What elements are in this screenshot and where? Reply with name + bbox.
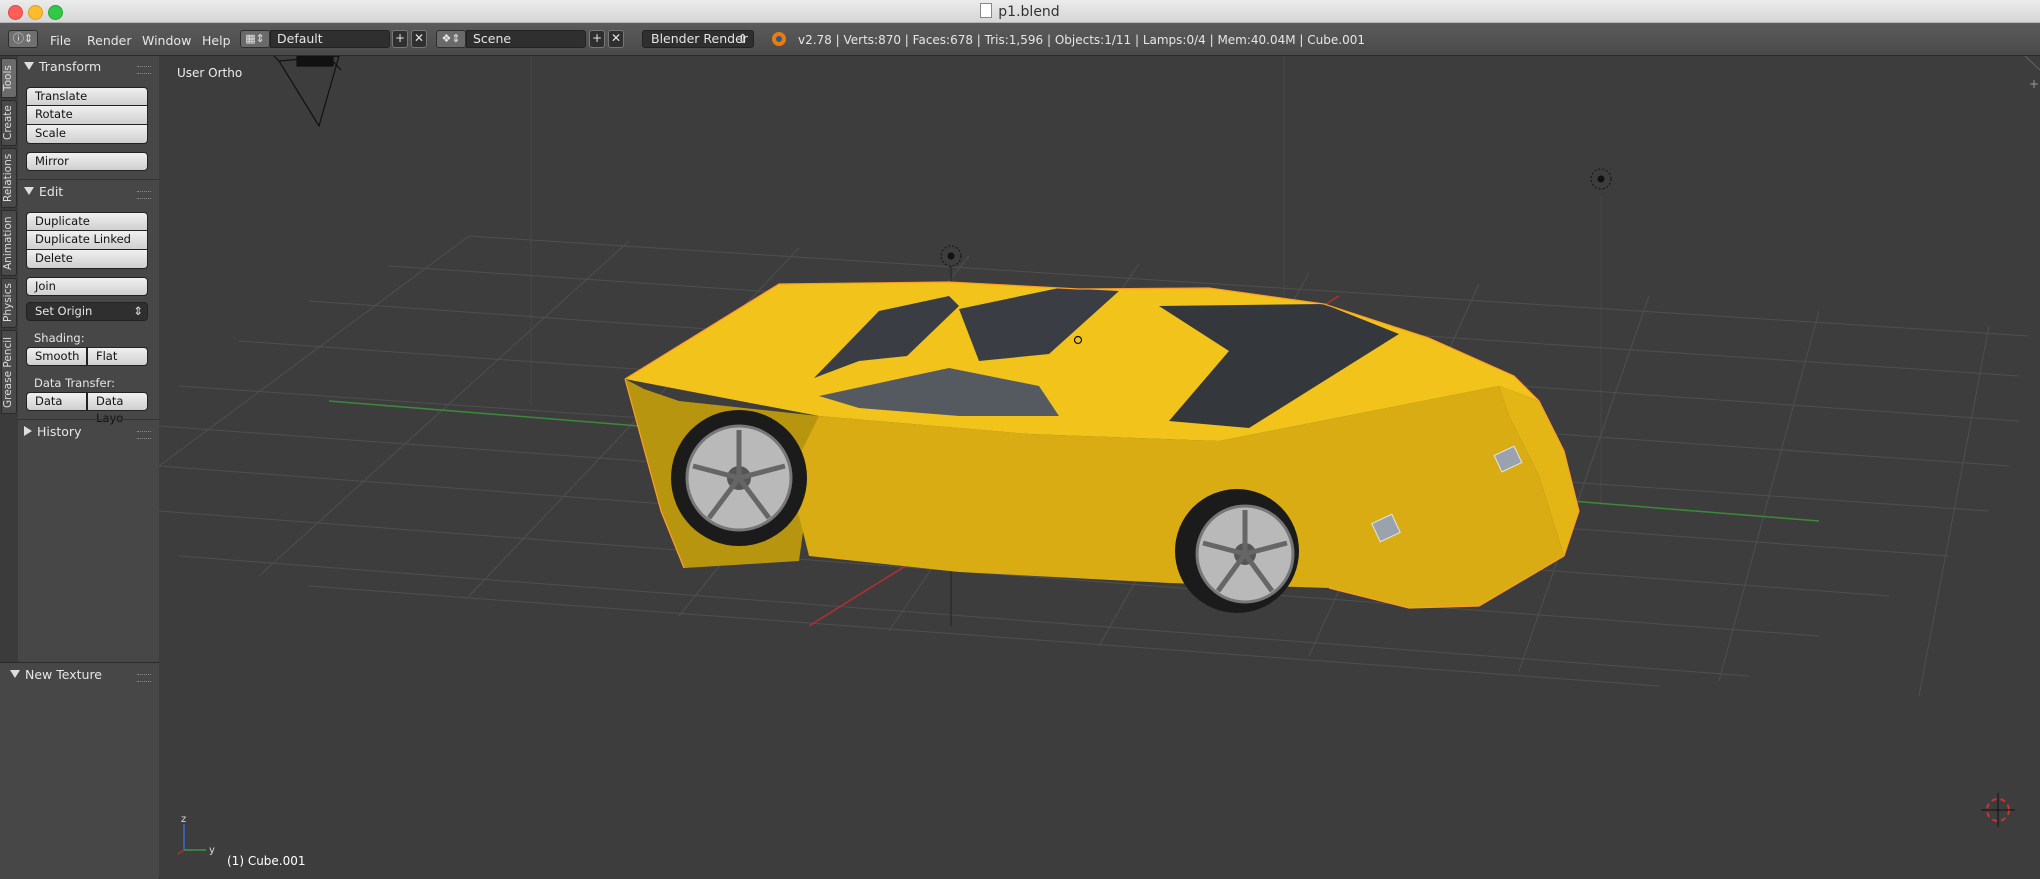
viewport-scene[interactable]: z y +: [159, 56, 2040, 878]
close-icon: ✕: [610, 31, 622, 45]
operator-panel: New Texture: [0, 662, 160, 879]
window-title-text: p1.blend: [998, 4, 1060, 20]
remove-scene-button[interactable]: ✕: [608, 30, 624, 48]
panel-drag-grip[interactable]: [137, 431, 151, 439]
duplicate-linked-button[interactable]: Duplicate Linked: [26, 231, 148, 250]
edit-panel-header[interactable]: Edit: [24, 184, 63, 199]
join-button[interactable]: Join: [26, 277, 148, 296]
document-icon: [980, 3, 993, 18]
smooth-shading-button[interactable]: Smooth: [26, 347, 87, 366]
menu-render[interactable]: Render: [87, 33, 132, 48]
translate-button[interactable]: Translate: [26, 87, 148, 106]
plus-icon: +: [591, 31, 603, 45]
add-scene-button[interactable]: +: [589, 30, 605, 48]
collapse-triangle-icon: [10, 670, 20, 678]
collapse-triangle-icon: [24, 62, 34, 70]
panel-divider: [18, 419, 159, 420]
new-texture-panel-header[interactable]: New Texture: [10, 667, 102, 682]
tab-animation[interactable]: Animation: [1, 210, 17, 276]
scene-icon: ❖⇕: [441, 32, 461, 45]
tab-grease-pencil[interactable]: Grease Pencil: [1, 330, 17, 414]
window-title-bar: p1.blend: [0, 0, 2040, 23]
scene-selector[interactable]: ❖⇕: [436, 30, 466, 48]
render-engine-label: Blender Render: [651, 31, 748, 46]
shading-label: Shading:: [34, 331, 85, 345]
properties-expand-icon[interactable]: +: [2029, 77, 2039, 91]
flat-shading-button[interactable]: Flat: [87, 347, 148, 366]
scene-statistics: v2.78 | Verts:870 | Faces:678 | Tris:1,5…: [798, 33, 1365, 47]
plus-icon: +: [394, 31, 406, 45]
window-title: p1.blend: [0, 3, 2040, 20]
region-corner-icon[interactable]: [2024, 56, 2040, 71]
editor-type-button[interactable]: ⓘ⇕: [8, 30, 38, 48]
history-title: History: [37, 424, 82, 439]
duplicate-button[interactable]: Duplicate: [26, 212, 148, 231]
screen-layout-selector[interactable]: ▦⇕: [240, 30, 270, 48]
blender-logo-icon: [772, 32, 786, 46]
scale-button[interactable]: Scale: [26, 125, 148, 144]
close-icon: ✕: [413, 31, 425, 45]
rear-wheel[interactable]: [671, 410, 807, 546]
expand-triangle-icon: [24, 426, 32, 436]
history-panel-header[interactable]: History: [24, 424, 81, 439]
menu-window[interactable]: Window: [142, 33, 191, 48]
axis-gizmo: z y: [177, 814, 215, 856]
scene-field[interactable]: Scene: [466, 30, 586, 48]
add-layout-button[interactable]: +: [392, 30, 408, 48]
tab-physics[interactable]: Physics: [1, 278, 17, 328]
panel-drag-grip[interactable]: [137, 191, 151, 199]
axis-z-label: z: [181, 814, 186, 825]
transform-panel-header[interactable]: Transform: [24, 59, 101, 74]
edit-title: Edit: [39, 184, 64, 199]
3d-cursor-icon[interactable]: [1981, 793, 2015, 827]
panel-drag-grip[interactable]: [137, 674, 151, 682]
render-engine-dropdown[interactable]: Blender Render ⇕: [642, 30, 754, 48]
active-object-label: (1) Cube.001: [227, 854, 306, 868]
menu-help[interactable]: Help: [202, 33, 231, 48]
remove-layout-button[interactable]: ✕: [411, 30, 427, 48]
tab-relations[interactable]: Relations: [1, 148, 17, 208]
lamp-object[interactable]: [1590, 168, 1612, 190]
3d-viewport[interactable]: z y + User Ortho (1) Cube.001: [159, 56, 2040, 878]
info-icon: ⓘ⇕: [12, 32, 34, 45]
transform-title: Transform: [39, 59, 102, 74]
layout-grid-icon: ▦⇕: [245, 32, 265, 45]
delete-button[interactable]: Delete: [26, 250, 148, 269]
panel-divider: [18, 179, 159, 180]
data-transfer-label: Data Transfer:: [34, 376, 116, 390]
updown-arrow-icon: ⇕: [737, 31, 748, 46]
updown-arrow-icon: ⇕: [133, 304, 143, 318]
axis-y-label: y: [209, 845, 215, 856]
camera-object[interactable]: [273, 56, 342, 128]
menu-file[interactable]: File: [50, 33, 71, 48]
new-texture-title: New Texture: [25, 667, 102, 682]
screen-layout-field[interactable]: Default: [270, 30, 390, 48]
mirror-button[interactable]: Mirror: [26, 152, 148, 171]
tab-create[interactable]: Create: [1, 100, 17, 146]
panel-drag-grip[interactable]: [137, 66, 151, 74]
info-header: ⓘ⇕ File Render Window Help ▦⇕ Default + …: [0, 23, 2040, 56]
set-origin-label: Set Origin: [35, 304, 93, 318]
data-transfer-button[interactable]: Data: [26, 392, 87, 411]
view-label: User Ortho: [177, 66, 243, 80]
data-layout-button[interactable]: Data Layo: [87, 392, 148, 425]
set-origin-dropdown[interactable]: Set Origin ⇕: [26, 302, 148, 321]
collapse-triangle-icon: [24, 187, 34, 195]
tab-tools[interactable]: Tools: [1, 58, 17, 98]
rotate-button[interactable]: Rotate: [26, 106, 148, 125]
front-wheel[interactable]: [1175, 489, 1299, 613]
